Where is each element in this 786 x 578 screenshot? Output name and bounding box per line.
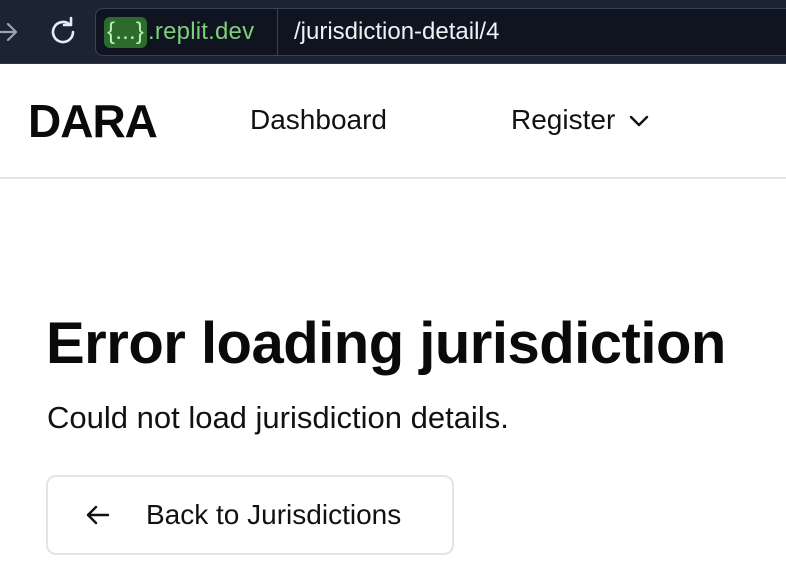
url-host-suffix: .replit.dev <box>148 18 255 45</box>
reload-icon[interactable] <box>46 15 80 49</box>
nav-register-label: Register <box>511 104 616 135</box>
error-title: Error loading jurisdiction <box>46 311 726 376</box>
arrow-left-icon <box>86 505 110 525</box>
app-header: DARA Dashboard Register <box>0 64 786 179</box>
brand-logo[interactable]: DARA <box>28 94 158 148</box>
url-path: /jurisdiction-detail/4 <box>294 18 500 45</box>
back-button-label: Back to Jurisdictions <box>146 499 402 530</box>
url-host: {...} .replit.dev <box>104 15 254 49</box>
nav-register-dropdown[interactable]: Register <box>511 104 651 136</box>
url-divider <box>277 9 278 55</box>
chevron-down-icon <box>630 115 649 127</box>
error-message: Could not load jurisdiction details. <box>47 400 509 435</box>
back-to-jurisdictions-button[interactable]: Back to Jurisdictions <box>46 475 454 555</box>
nav-dashboard[interactable]: Dashboard <box>250 104 387 136</box>
browser-toolbar: {...} .replit.dev /jurisdiction-detail/4 <box>0 0 786 64</box>
arrow-right-icon[interactable] <box>0 18 20 46</box>
url-badge: {...} <box>104 16 148 48</box>
address-bar[interactable]: {...} .replit.dev /jurisdiction-detail/4 <box>95 8 786 56</box>
